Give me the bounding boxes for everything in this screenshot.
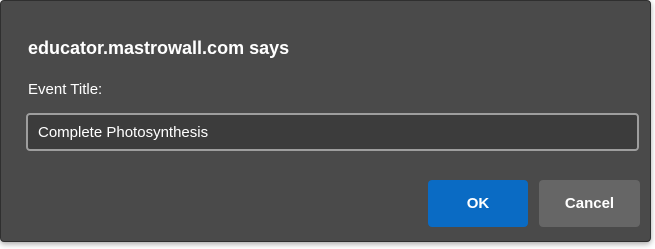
event-title-input[interactable] bbox=[26, 113, 639, 151]
cancel-button[interactable]: Cancel bbox=[539, 180, 640, 227]
dialog-title: educator.mastrowall.com says bbox=[28, 38, 290, 58]
prompt-label: Event Title: bbox=[28, 81, 103, 98]
ok-button[interactable]: OK bbox=[428, 180, 528, 227]
prompt-dialog: educator.mastrowall.com says Event Title… bbox=[0, 0, 651, 242]
